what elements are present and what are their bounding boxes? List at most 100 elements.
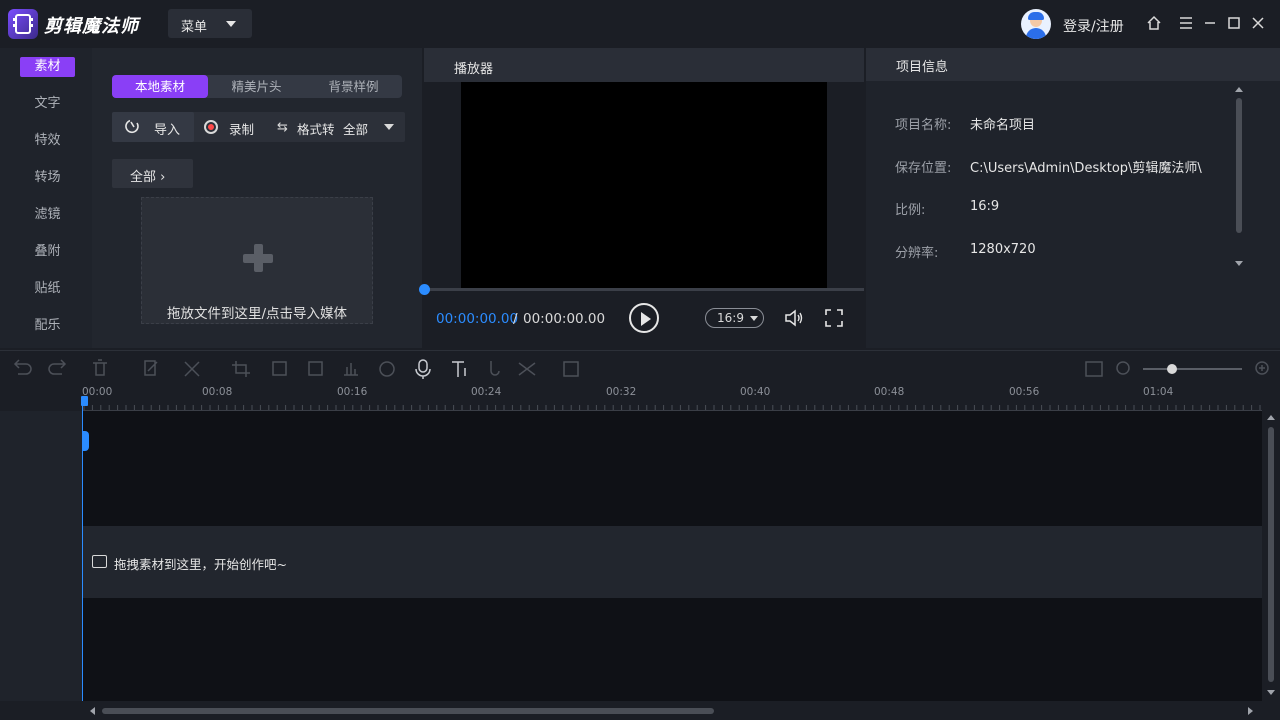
- audio-track[interactable]: [82, 598, 1262, 701]
- scroll-down-arrow[interactable]: [1267, 690, 1275, 695]
- ratio-value: 16:9: [970, 199, 1000, 214]
- category-filter[interactable]: 滤镜: [20, 205, 75, 225]
- zoom-slider-handle[interactable]: [1167, 364, 1177, 374]
- tick-label: 00:40: [740, 386, 771, 398]
- menu-label: 菜单: [181, 20, 208, 35]
- import-label: 导入: [154, 123, 181, 138]
- convert-icon: ⇆: [277, 120, 288, 135]
- record-button[interactable]: 录制: [229, 119, 254, 138]
- info-scrollbar[interactable]: [1236, 98, 1242, 233]
- import-button[interactable]: 导入: [112, 112, 194, 142]
- media-drop-zone[interactable]: 拖放文件到这里/点击导入媒体: [141, 197, 373, 324]
- chevron-down-icon: [226, 21, 236, 27]
- import-icon: [124, 118, 141, 135]
- save-location-value: C:\Users\Admin\Desktop\剪辑魔法师\: [970, 161, 1202, 176]
- scrollbar-thumb[interactable]: [102, 708, 714, 714]
- login-link[interactable]: 登录/注册: [1063, 16, 1124, 36]
- tab-intro-templates[interactable]: 精美片头: [208, 75, 305, 98]
- category-overlay[interactable]: 叠附: [20, 242, 75, 262]
- track-hint: 拖拽素材到这里，开始创作吧~: [114, 557, 287, 572]
- video-preview: [461, 82, 827, 288]
- tick-label: 00:08: [202, 386, 233, 398]
- project-name-key: 项目名称:: [895, 118, 952, 133]
- hamburger-menu-icon[interactable]: [1177, 14, 1195, 32]
- track-headers: [0, 411, 82, 701]
- project-info-panel: 项目信息 项目名称: 未命名项目 保存位置: C:\Users\Admin\De…: [866, 48, 1280, 348]
- media-toolbar: 导入 录制 ⇆ 格式转 全部: [112, 112, 405, 142]
- category-material[interactable]: 素材: [20, 57, 75, 77]
- scroll-down-arrow[interactable]: [1235, 261, 1243, 266]
- play-button[interactable]: [629, 303, 659, 333]
- timeline-horizontal-scrollbar[interactable]: [82, 701, 1262, 720]
- playback-progress-bar[interactable]: [419, 284, 864, 295]
- menu-dropdown[interactable]: 菜单: [168, 9, 252, 38]
- timeline-toolbar-icons: [13, 359, 1269, 379]
- tick-label: 01:04: [1143, 386, 1174, 398]
- tick-label: 00:16: [337, 386, 368, 398]
- scroll-up-arrow[interactable]: [1235, 87, 1243, 92]
- tick-label: 00:24: [471, 386, 502, 398]
- home-icon[interactable]: [1145, 14, 1163, 32]
- save-location-key: 保存位置:: [895, 161, 952, 176]
- app-title: 剪辑魔法师: [44, 16, 139, 37]
- aspect-ratio-value: 16:9: [717, 311, 744, 325]
- project-name-value: 未命名项目: [970, 118, 1036, 133]
- current-time: 00:00:00.00: [436, 311, 519, 327]
- player-panel: 播放器 00:00:00.00 / 00:00:00.00 16:9: [419, 48, 864, 348]
- chevron-down-icon: [750, 316, 758, 321]
- category-text[interactable]: 文字: [20, 94, 75, 114]
- tick-label: 00:56: [1009, 386, 1040, 398]
- scrollbar-thumb[interactable]: [1268, 427, 1274, 682]
- filter-all-label: 全部 ›: [130, 170, 166, 185]
- category-sticker[interactable]: 贴纸: [20, 279, 75, 299]
- film-icon: [92, 555, 107, 568]
- project-info-header: 项目信息: [866, 48, 1280, 81]
- project-info-title: 项目信息: [896, 60, 949, 75]
- playhead-marker[interactable]: [81, 396, 88, 406]
- main-video-track[interactable]: 拖拽素材到这里，开始创作吧~: [82, 526, 1262, 598]
- category-sidebar: 素材 文字 特效 转场 滤镜 叠附 贴纸 配乐: [0, 48, 92, 348]
- avatar[interactable]: [1021, 9, 1051, 39]
- category-music[interactable]: 配乐: [20, 316, 75, 336]
- close-icon[interactable]: [1249, 14, 1267, 32]
- player-header: 播放器: [424, 48, 864, 82]
- timeline-vertical-scrollbar[interactable]: [1262, 411, 1280, 701]
- drop-hint: 拖放文件到这里/点击导入媒体: [166, 306, 348, 322]
- format-convert-label[interactable]: 格式转: [297, 119, 335, 138]
- total-time: 00:00:00.00: [523, 311, 606, 327]
- zoom-slider-track[interactable]: [1143, 368, 1242, 370]
- timeline-toolbar: [0, 350, 1280, 386]
- tick-label: 00:32: [606, 386, 637, 398]
- category-effects[interactable]: 特效: [20, 131, 75, 151]
- fullscreen-icon[interactable]: [823, 307, 845, 329]
- app-logo-icon: [8, 9, 38, 39]
- player-title: 播放器: [454, 62, 494, 77]
- resolution-value: 1280x720: [970, 242, 1036, 257]
- format-select-value[interactable]: 全部: [343, 119, 368, 138]
- playhead-handle[interactable]: [82, 431, 89, 451]
- tab-background-samples[interactable]: 背景样例: [305, 75, 402, 98]
- tick-label: 00:48: [874, 386, 905, 398]
- scroll-left-arrow[interactable]: [90, 707, 95, 715]
- progress-handle[interactable]: [419, 284, 430, 295]
- app-window: 剪辑魔法师 菜单 登录/注册 素材 文字 特效 转场 滤镜 叠附 贴纸 配乐 本…: [0, 0, 1280, 720]
- maximize-icon[interactable]: [1225, 14, 1243, 32]
- ratio-key: 比例:: [895, 203, 926, 218]
- chevron-down-icon[interactable]: [384, 124, 394, 130]
- filter-all-button[interactable]: 全部 ›: [112, 159, 193, 188]
- scroll-up-arrow[interactable]: [1267, 415, 1275, 420]
- scroll-right-arrow[interactable]: [1248, 707, 1253, 715]
- timeline-ruler[interactable]: 00:00 00:08 00:16 00:24 00:32 00:40 00:4…: [82, 386, 1262, 411]
- record-icon[interactable]: [204, 120, 218, 134]
- aspect-ratio-select[interactable]: 16:9: [705, 308, 764, 328]
- tab-local-media[interactable]: 本地素材: [112, 75, 208, 98]
- minimize-icon[interactable]: [1201, 14, 1219, 32]
- category-transition[interactable]: 转场: [20, 168, 75, 188]
- overlay-track[interactable]: [82, 411, 1262, 526]
- title-bar: 剪辑魔法师 菜单 登录/注册: [0, 0, 1280, 48]
- volume-icon[interactable]: [783, 307, 805, 329]
- time-separator: /: [513, 311, 518, 327]
- media-panel: 本地素材 精美片头 背景样例 导入 录制 ⇆ 格式转 全部 全部 › 拖放文件到…: [92, 48, 422, 348]
- media-tabs: 本地素材 精美片头 背景样例: [112, 75, 402, 98]
- resolution-key: 分辨率:: [895, 246, 939, 261]
